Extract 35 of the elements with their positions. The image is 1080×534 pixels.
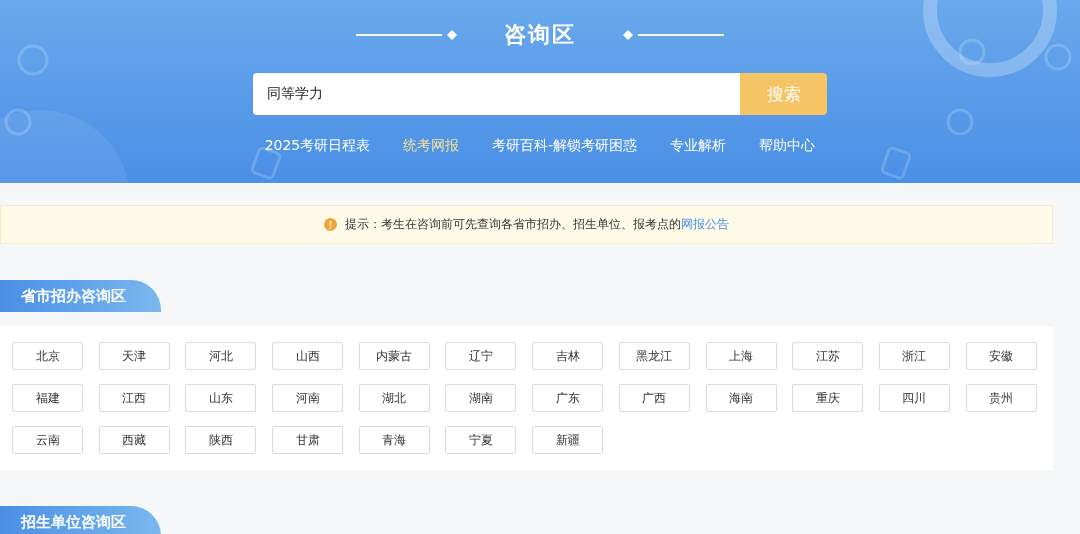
region-button[interactable]: 浙江 — [878, 342, 950, 370]
region-button[interactable]: 福建 — [12, 384, 83, 412]
region-button[interactable]: 青海 — [358, 426, 430, 454]
region-button[interactable]: 新疆 — [532, 426, 604, 454]
region-button[interactable]: 重庆 — [792, 384, 864, 412]
region-button[interactable]: 广东 — [532, 384, 604, 412]
region-button[interactable]: 湖南 — [445, 384, 517, 412]
region-button[interactable]: 云南 — [12, 426, 83, 454]
region-button[interactable]: 吉林 — [532, 342, 604, 370]
region-button[interactable]: 河南 — [272, 384, 344, 412]
region-button[interactable]: 四川 — [878, 384, 950, 412]
section-title: 咨询区 — [504, 21, 576, 49]
region-button[interactable]: 陕西 — [185, 426, 257, 454]
region-button[interactable]: 天津 — [98, 342, 170, 370]
region-button[interactable]: 上海 — [705, 342, 777, 370]
region-button[interactable]: 山东 — [185, 384, 257, 412]
region-button[interactable]: 湖北 — [358, 384, 430, 412]
search-field[interactable]: 同等学力 — [253, 73, 740, 115]
region-button[interactable]: 辽宁 — [445, 342, 517, 370]
region-button[interactable]: 黑龙江 — [618, 342, 690, 370]
region-button[interactable]: 广西 — [618, 384, 690, 412]
region-button[interactable]: 安徽 — [965, 342, 1037, 370]
region-button[interactable]: 贵州 — [965, 384, 1037, 412]
region-button[interactable]: 山西 — [272, 342, 344, 370]
region-button[interactable]: 内蒙古 — [358, 342, 430, 370]
region-button[interactable]: 甘肃 — [272, 426, 344, 454]
region-button[interactable]: 江西 — [98, 384, 170, 412]
warning-icon — [324, 218, 337, 231]
region-button[interactable]: 河北 — [185, 342, 257, 370]
region-button[interactable]: 海南 — [705, 384, 777, 412]
region-button[interactable]: 江苏 — [792, 342, 864, 370]
region-button[interactable]: 西藏 — [98, 426, 170, 454]
notice-text: 提示：考生在咨询前可先查询各省市招办、招生单位、报考点的网报公告 — [345, 216, 729, 233]
region-button[interactable]: 宁夏 — [445, 426, 517, 454]
region-button[interactable]: 北京 — [12, 342, 83, 370]
